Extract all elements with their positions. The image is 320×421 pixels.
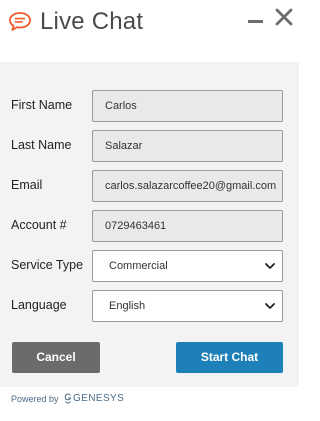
start-chat-button[interactable]: Start Chat	[176, 342, 283, 373]
first-name-row: First Name Carlos	[0, 90, 299, 122]
cancel-button[interactable]: Cancel	[12, 342, 100, 373]
genesys-logo-icon	[64, 393, 72, 404]
account-label: Account #	[11, 218, 67, 232]
powered-by-text: Powered by	[11, 394, 59, 404]
chat-bubble-icon	[9, 12, 31, 31]
service-type-select[interactable]: Commercial	[92, 250, 283, 282]
account-row: Account # 0729463461	[0, 210, 299, 242]
email-field[interactable]: carlos.salazarcoffee20@gmail.com	[92, 170, 283, 202]
last-name-label: Last Name	[11, 138, 72, 152]
email-row: Email carlos.salazarcoffee20@gmail.com	[0, 170, 299, 202]
chat-header: Live Chat	[0, 0, 299, 62]
language-select[interactable]: English	[92, 290, 283, 322]
language-label: Language	[11, 298, 67, 312]
account-field[interactable]: 0729463461	[92, 210, 283, 242]
minimize-icon[interactable]	[247, 9, 265, 29]
footer: Powered by GENESYS	[0, 387, 299, 421]
first-name-field[interactable]: Carlos	[92, 90, 283, 122]
first-name-label: First Name	[11, 98, 73, 112]
chevron-down-icon	[265, 263, 275, 269]
language-row: Language English	[0, 290, 299, 322]
language-value: English	[109, 300, 146, 312]
service-type-value: Commercial	[109, 260, 168, 272]
live-chat-window: Live Chat First Name Carlos Last Name Sa…	[0, 0, 299, 421]
window-title: Live Chat	[40, 8, 144, 35]
close-icon[interactable]	[274, 6, 294, 28]
genesys-brand[interactable]: GENESYS	[73, 393, 124, 404]
chevron-down-icon	[265, 303, 275, 309]
email-label: Email	[11, 178, 43, 192]
service-type-row: Service Type Commercial	[0, 250, 299, 282]
last-name-row: Last Name Salazar	[0, 130, 299, 162]
last-name-field[interactable]: Salazar	[92, 130, 283, 162]
chat-form: First Name Carlos Last Name Salazar Emai…	[0, 62, 299, 387]
service-type-label: Service Type	[11, 258, 84, 272]
